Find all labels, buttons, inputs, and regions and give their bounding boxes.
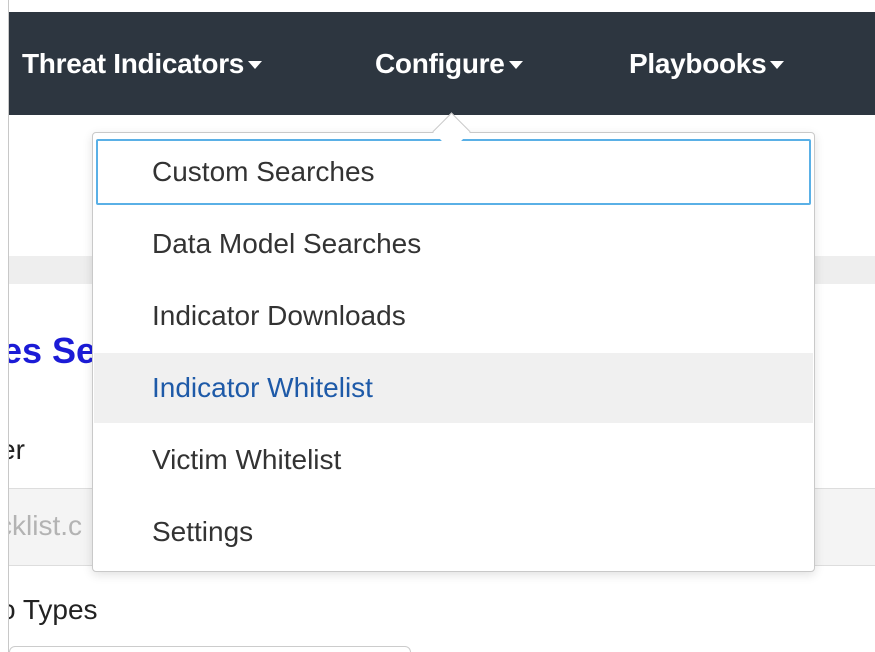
menu-item-victim-whitelist[interactable]: Victim Whitelist xyxy=(94,425,813,495)
nav-playbooks[interactable]: Playbooks xyxy=(629,12,785,115)
menu-item-custom-searches[interactable]: Custom Searches xyxy=(96,139,811,205)
types-select[interactable] xyxy=(9,646,411,652)
page-title: es Se xyxy=(2,330,97,371)
menu-item-label: Indicator Whitelist xyxy=(152,372,373,403)
app-window: Threat Indicators Configure Playbooks es… xyxy=(0,0,875,652)
menu-item-indicator-whitelist[interactable]: Indicator Whitelist xyxy=(94,353,813,423)
menu-item-label: Victim Whitelist xyxy=(152,444,342,475)
top-navbar: Threat Indicators Configure Playbooks xyxy=(9,12,875,115)
menu-item-label: Settings xyxy=(152,516,254,547)
configure-dropdown-menu: Custom Searches Data Model Searches Indi… xyxy=(92,132,815,572)
nav-configure-label: Configure xyxy=(375,47,505,79)
menu-item-label: Indicator Downloads xyxy=(152,300,406,331)
types-label: o Types xyxy=(0,594,98,625)
menu-item-data-model-searches[interactable]: Data Model Searches xyxy=(94,209,813,279)
menu-item-indicator-downloads[interactable]: Indicator Downloads xyxy=(94,281,813,351)
nav-threat-indicators-label: Threat Indicators xyxy=(22,47,245,79)
menu-item-label: Custom Searches xyxy=(152,156,375,187)
caret-down-icon xyxy=(508,61,523,69)
caret-down-icon xyxy=(770,61,785,69)
nav-threat-indicators[interactable]: Threat Indicators xyxy=(22,12,263,115)
text-input-value: cklist.c xyxy=(0,510,82,541)
nav-configure[interactable]: Configure xyxy=(375,12,523,115)
window-left-edge xyxy=(0,0,9,652)
menu-item-settings[interactable]: Settings xyxy=(94,497,813,567)
nav-playbooks-label: Playbooks xyxy=(629,47,767,79)
menu-item-label: Data Model Searches xyxy=(152,228,422,259)
caret-down-icon xyxy=(248,61,263,69)
